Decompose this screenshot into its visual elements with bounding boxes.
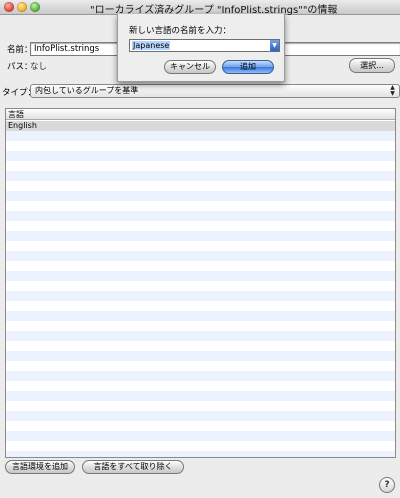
path-label: パス： (7, 62, 33, 72)
new-language-sheet: 新しい言語の名前を入力： Japanese ▼ キャンセル 追加 (117, 14, 285, 82)
help-icon[interactable]: ? (379, 477, 395, 493)
type-popup[interactable]: 内包しているグループを基準 ▲ ▼ (30, 84, 400, 98)
table-body[interactable]: English (6, 121, 395, 457)
zoom-window-icon[interactable] (30, 2, 40, 12)
cancel-button[interactable]: キャンセル (164, 60, 216, 74)
type-popup-value: 内包しているグループを基準 (35, 86, 139, 95)
choose-button[interactable]: 選択... (349, 58, 395, 73)
close-window-icon[interactable] (4, 2, 14, 12)
title-bar: "ローカライズ済みグループ "InfoPlist.strings""の情報 (0, 0, 400, 16)
table-header-language[interactable]: 言語 (6, 109, 395, 120)
add-button[interactable]: 追加 (222, 60, 274, 74)
add-localization-button[interactable]: 言語環境を追加 (5, 460, 75, 474)
name-label: 名前： (7, 45, 33, 55)
popup-arrows-icon: ▲ ▼ (390, 84, 395, 97)
path-value: なし (30, 62, 48, 72)
chevron-down-icon[interactable]: ▼ (270, 40, 279, 51)
new-language-prompt: 新しい言語の名前を入力： (129, 26, 232, 36)
minimize-window-icon[interactable] (17, 2, 27, 12)
language-table[interactable]: 言語 English (5, 108, 396, 458)
info-window: "ローカライズ済みグループ "InfoPlist.strings""の情報 名前… (0, 0, 400, 498)
table-row[interactable]: English (6, 121, 395, 131)
language-input[interactable]: Japanese (132, 41, 171, 50)
remove-all-localizations-button[interactable]: 言語をすべて取り除く (82, 460, 184, 474)
language-combo-box[interactable]: Japanese ▼ (129, 39, 280, 52)
